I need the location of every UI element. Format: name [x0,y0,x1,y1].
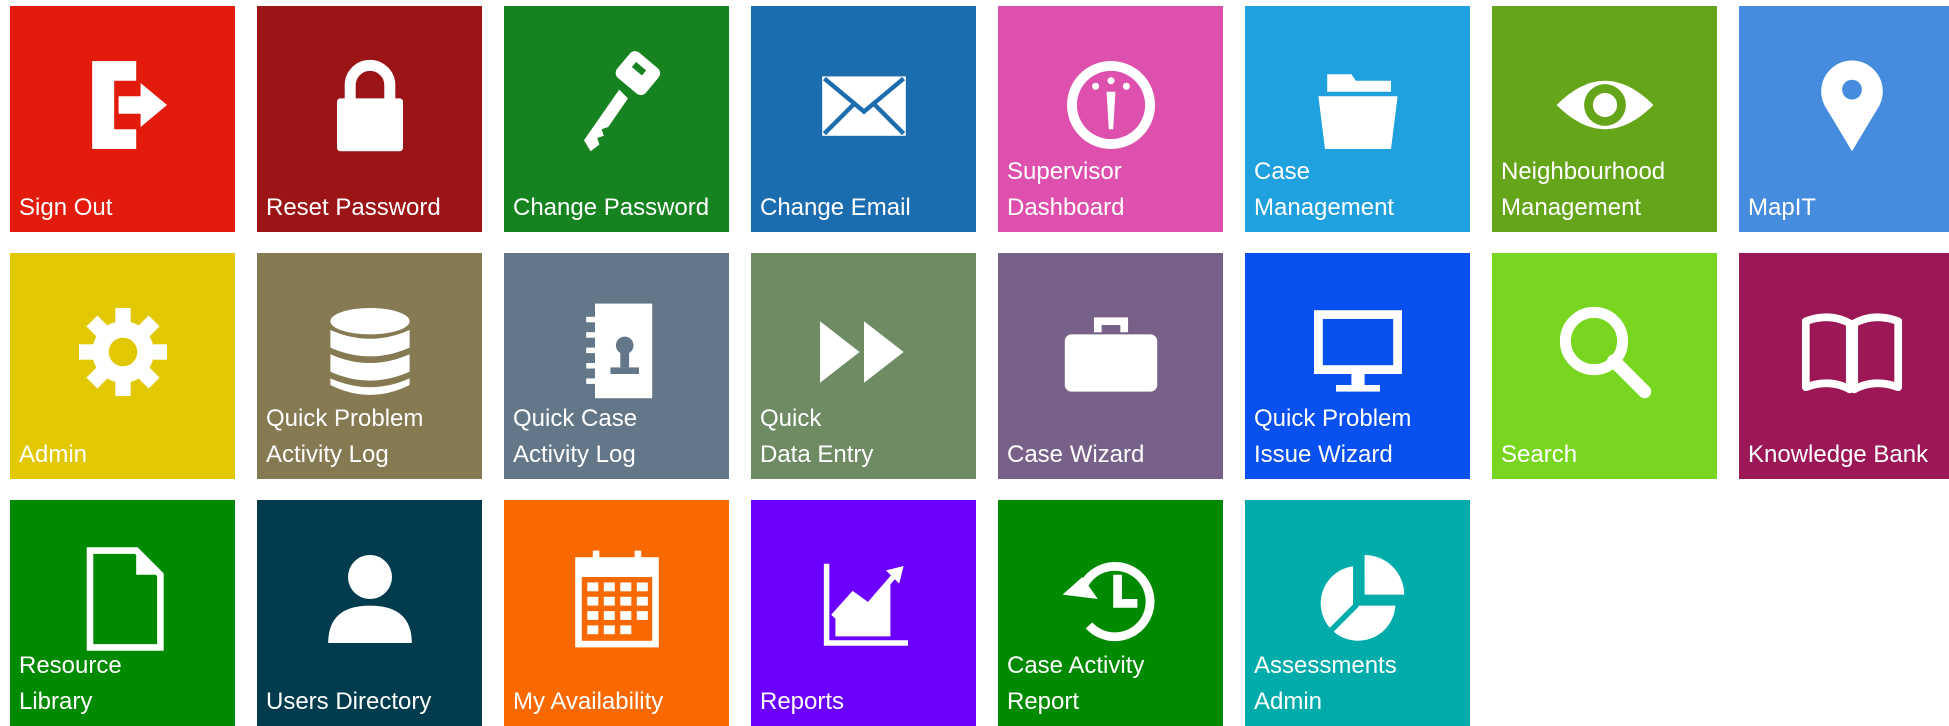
tile-label-line: Users Directory [266,688,432,715]
tile-sign-out[interactable]: Sign Out [10,6,235,232]
tile-label: Users Directory [266,684,476,720]
tile-label-line: Report [1007,688,1080,715]
folder-icon [1303,50,1413,160]
tile-label-line: Case Wizard [1007,441,1145,468]
book-icon [1797,297,1907,407]
envelope-icon [809,50,919,160]
tile-label: Quick Data Entry [760,401,970,473]
tile-change-password[interactable]: Change Password [504,6,729,232]
tile-label: Assessments Admin [1254,648,1464,720]
tile-label-line: Activity Log [513,441,636,468]
tile-label: Case Activity Report [1007,648,1217,720]
tile-label-line: Data Entry [760,441,874,468]
tile-label: Quick Problem Issue Wizard [1254,401,1464,473]
tile-label-line: Quick Problem [1254,405,1412,432]
briefcase-icon [1056,297,1166,407]
gauge-icon [1056,50,1166,160]
tile-label-line: Quick [760,405,822,432]
history-icon [1056,544,1166,654]
tile-quick-case-activity-log[interactable]: Quick Case Activity Log [504,253,729,479]
tile-assessments-admin[interactable]: Assessments Admin [1245,500,1470,726]
tile-label: Change Email [760,190,970,226]
tile-label-line: Reports [760,688,845,715]
eye-icon [1550,50,1660,160]
tile-change-email[interactable]: Change Email [751,6,976,232]
lock-icon [315,50,425,160]
tile-resource-library[interactable]: Resource Library [10,500,235,726]
tile-label-line: Reset Password [266,194,441,221]
tile-label: Sign Out [19,190,229,226]
tile-label-line: Case [1254,158,1311,185]
tile-label: Neighbourhood Management [1501,154,1711,226]
tile-label: Search [1501,437,1711,473]
tile-label: Knowledge Bank [1748,437,1949,473]
tile-label-line: Activity Log [266,441,389,468]
tile-reset-password[interactable]: Reset Password [257,6,482,232]
tile-quick-data-entry[interactable]: Quick Data Entry [751,253,976,479]
tile-label: My Availability [513,684,723,720]
tile-label-line: Admin [1254,688,1323,715]
tile-label-line: Neighbourhood [1501,158,1666,185]
document-icon [68,544,178,654]
tile-label-line: Quick Case [513,405,638,432]
gear-icon [68,297,178,407]
address-book-icon [562,297,672,407]
tile-label: MapIT [1748,190,1949,226]
tile-case-wizard[interactable]: Case Wizard [998,253,1223,479]
tile-case-activity-report[interactable]: Case Activity Report [998,500,1223,726]
tile-label-line: Issue Wizard [1254,441,1393,468]
tile-label-line: Search [1501,441,1578,468]
tile-label-line: Change Password [513,194,710,221]
key-icon [562,50,672,160]
tile-quick-problem-activity-log[interactable]: Quick Problem Activity Log [257,253,482,479]
tile-grid: Sign Out Reset Password Change Password Cha… [0,0,1949,726]
tile-users-directory[interactable]: Users Directory [257,500,482,726]
tile-label: Case Wizard [1007,437,1217,473]
tile-label-line: Assessments [1254,652,1397,679]
tile-my-availability[interactable]: My Availability [504,500,729,726]
tile-label: Reports [760,684,970,720]
tile-label-line: Quick Problem [266,405,424,432]
tile-quick-problem-issue-wizard[interactable]: Quick Problem Issue Wizard [1245,253,1470,479]
tile-label: Quick Problem Activity Log [266,401,476,473]
tile-label-line: MapIT [1748,194,1817,221]
user-icon [315,544,425,654]
chart-icon [809,544,919,654]
tile-label: Reset Password [266,190,476,226]
tile-label-line: Resource [19,652,122,679]
tile-label-line: Change Email [760,194,911,221]
sign-out-icon [68,50,178,160]
pie-chart-icon [1303,544,1413,654]
fast-forward-icon [809,297,919,407]
tile-label: Supervisor Dashboard [1007,154,1217,226]
tile-case-management[interactable]: Case Management [1245,6,1470,232]
calendar-icon [562,544,672,654]
tile-reports[interactable]: Reports [751,500,976,726]
tile-knowledge-bank[interactable]: Knowledge Bank [1739,253,1949,479]
tile-search[interactable]: Search [1492,253,1717,479]
tile-label-line: Sign Out [19,194,113,221]
database-icon [315,297,425,407]
tile-admin[interactable]: Admin [10,253,235,479]
map-pin-icon [1797,50,1907,160]
tile-label: Admin [19,437,229,473]
tile-neighbourhood-management[interactable]: Neighbourhood Management [1492,6,1717,232]
tile-label: Case Management [1254,154,1464,226]
monitor-icon [1303,297,1413,407]
tile-label: Change Password [513,190,723,226]
tile-label-line: Dashboard [1007,194,1125,221]
tile-label-line: Case Activity [1007,652,1145,679]
tile-label-line: Admin [19,441,88,468]
tile-label-line: Knowledge Bank [1748,441,1929,468]
tile-label-line: Management [1254,194,1395,221]
tile-label: Quick Case Activity Log [513,401,723,473]
tile-label-line: Management [1501,194,1642,221]
tile-mapit[interactable]: MapIT [1739,6,1949,232]
search-icon [1550,297,1660,407]
tile-label-line: Supervisor [1007,158,1122,185]
tile-supervisor-dashboard[interactable]: Supervisor Dashboard [998,6,1223,232]
tile-label-line: Library [19,688,93,715]
tile-label: Resource Library [19,648,229,720]
tile-label-line: My Availability [513,688,664,715]
